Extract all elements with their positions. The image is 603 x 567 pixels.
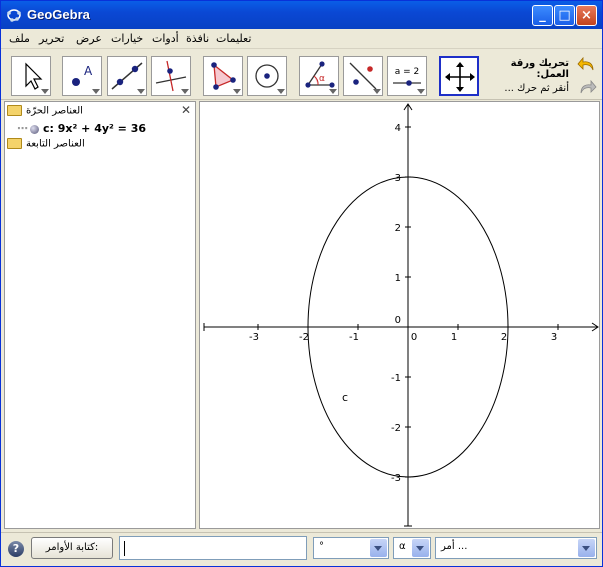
folder-icon bbox=[7, 105, 22, 116]
object-c-definition: c: 9x² + 4y² = 36 bbox=[43, 122, 147, 135]
close-algebra-icon[interactable]: ✕ bbox=[181, 103, 191, 117]
toolbar: A α a = 2 تحريك ورقة العمل: أنقر ثم حرك … bbox=[1, 50, 602, 100]
greek-combo[interactable]: α bbox=[393, 537, 431, 559]
y-tick-label: -2 bbox=[391, 423, 401, 434]
move-tool-button[interactable] bbox=[11, 56, 51, 96]
chevron-down-icon[interactable] bbox=[412, 539, 429, 557]
x-tick-label: -1 bbox=[349, 332, 359, 343]
menu-edit[interactable]: تحرير bbox=[39, 32, 64, 45]
greek-combo-value: α bbox=[399, 541, 406, 552]
move-graphics-tool-icon bbox=[445, 62, 475, 92]
symbol-combo-value: ° bbox=[319, 541, 324, 552]
menu-bar: ملف تحرير عرض خيارات أدوات نافذة تعليمات bbox=[1, 29, 602, 49]
chevron-down-icon[interactable] bbox=[370, 539, 387, 557]
svg-text:a = 2: a = 2 bbox=[395, 67, 420, 77]
point-tool-button[interactable]: A bbox=[62, 56, 102, 96]
x-tick-label: -2 bbox=[299, 332, 309, 343]
undo-icon[interactable] bbox=[577, 55, 597, 75]
y-tick-label: -1 bbox=[391, 373, 401, 384]
visibility-toggle-icon[interactable] bbox=[30, 124, 39, 134]
symbol-combo[interactable]: ° bbox=[313, 537, 389, 559]
x-tick-label: 3 bbox=[551, 332, 557, 343]
x-tick-label: 0 bbox=[411, 332, 417, 343]
dependent-objects-label: العناصر التابعة bbox=[26, 138, 85, 150]
command-combo-value: أمر ... bbox=[441, 541, 468, 552]
graphics-view[interactable]: -3 -2 -1 0 1 2 3 4 3 2 1 0 -1 -2 -3 c bbox=[199, 101, 600, 529]
menu-view[interactable]: عرض bbox=[76, 32, 102, 45]
svg-text:α: α bbox=[319, 74, 325, 84]
free-objects-folder[interactable]: العناصر الحرّة bbox=[7, 105, 83, 121]
slider-tool-button[interactable]: a = 2 bbox=[387, 56, 427, 96]
algebra-view[interactable]: ✕ العناصر الحرّة ⋯ c: 9x² + 4y² = 36 العن… bbox=[4, 101, 196, 529]
geogebra-logo-icon bbox=[7, 9, 21, 22]
perpendicular-tool-button[interactable] bbox=[151, 56, 191, 96]
input-bar: ? كتابة الأوامر: ° α أمر ... bbox=[1, 532, 602, 566]
free-objects-label: العناصر الحرّة bbox=[26, 105, 83, 117]
maximize-button[interactable]: □ bbox=[554, 5, 575, 26]
menu-file[interactable]: ملف bbox=[9, 32, 30, 45]
algebra-object-c[interactable]: ⋯ c: 9x² + 4y² = 36 bbox=[17, 122, 146, 138]
y-tick-label: 2 bbox=[395, 223, 401, 234]
redo-icon[interactable] bbox=[577, 78, 597, 98]
window-title: GeoGebra bbox=[27, 7, 90, 22]
menu-help[interactable]: تعليمات bbox=[216, 32, 251, 45]
y-tick-label: -3 bbox=[391, 473, 401, 484]
command-combo[interactable]: أمر ... bbox=[435, 537, 597, 559]
input-bar-button[interactable]: كتابة الأوامر: bbox=[31, 537, 113, 559]
menu-tools[interactable]: أدوات bbox=[152, 32, 179, 45]
reflect-tool-button[interactable] bbox=[343, 56, 383, 96]
y-tick-label: 1 bbox=[395, 273, 401, 284]
angle-tool-button[interactable]: α bbox=[299, 56, 339, 96]
chevron-down-icon[interactable] bbox=[578, 539, 595, 557]
graphics-canvas[interactable]: -3 -2 -1 0 1 2 343210-1-2-3 c bbox=[200, 102, 600, 529]
tool-help-hint: أنقر ثم حرك ... bbox=[504, 83, 569, 94]
svg-text:A: A bbox=[84, 64, 93, 78]
menu-options[interactable]: خيارات bbox=[111, 32, 143, 45]
polygon-tool-button[interactable] bbox=[203, 56, 243, 96]
help-icon[interactable]: ? bbox=[8, 541, 24, 557]
folder-icon bbox=[7, 138, 22, 149]
x-tick-label: 2 bbox=[501, 332, 507, 343]
x-tick-label: -3 bbox=[249, 332, 259, 343]
title-bar[interactable]: GeoGebra _ □ × bbox=[1, 1, 602, 29]
tool-help: تحريك ورقة العمل: أنقر ثم حرك ... bbox=[481, 58, 569, 94]
menu-window[interactable]: نافذة bbox=[186, 32, 209, 45]
circle-tool-button[interactable] bbox=[247, 56, 287, 96]
curve-label-c: c bbox=[342, 391, 348, 404]
command-input[interactable] bbox=[119, 536, 307, 560]
move-graphics-tool-button[interactable] bbox=[439, 56, 479, 96]
y-tick-label: 0 bbox=[395, 315, 401, 326]
x-tick-label: 1 bbox=[451, 332, 457, 343]
dependent-objects-folder[interactable]: العناصر التابعة bbox=[7, 138, 85, 154]
app-window: GeoGebra _ □ × ملف تحرير عرض خيارات أدوا… bbox=[0, 0, 603, 567]
y-tick-label: 4 bbox=[395, 123, 401, 134]
close-button[interactable]: × bbox=[576, 5, 597, 26]
tool-help-title: تحريك ورقة العمل: bbox=[510, 58, 569, 80]
line-tool-button[interactable] bbox=[107, 56, 147, 96]
minimize-button[interactable]: _ bbox=[532, 5, 553, 26]
